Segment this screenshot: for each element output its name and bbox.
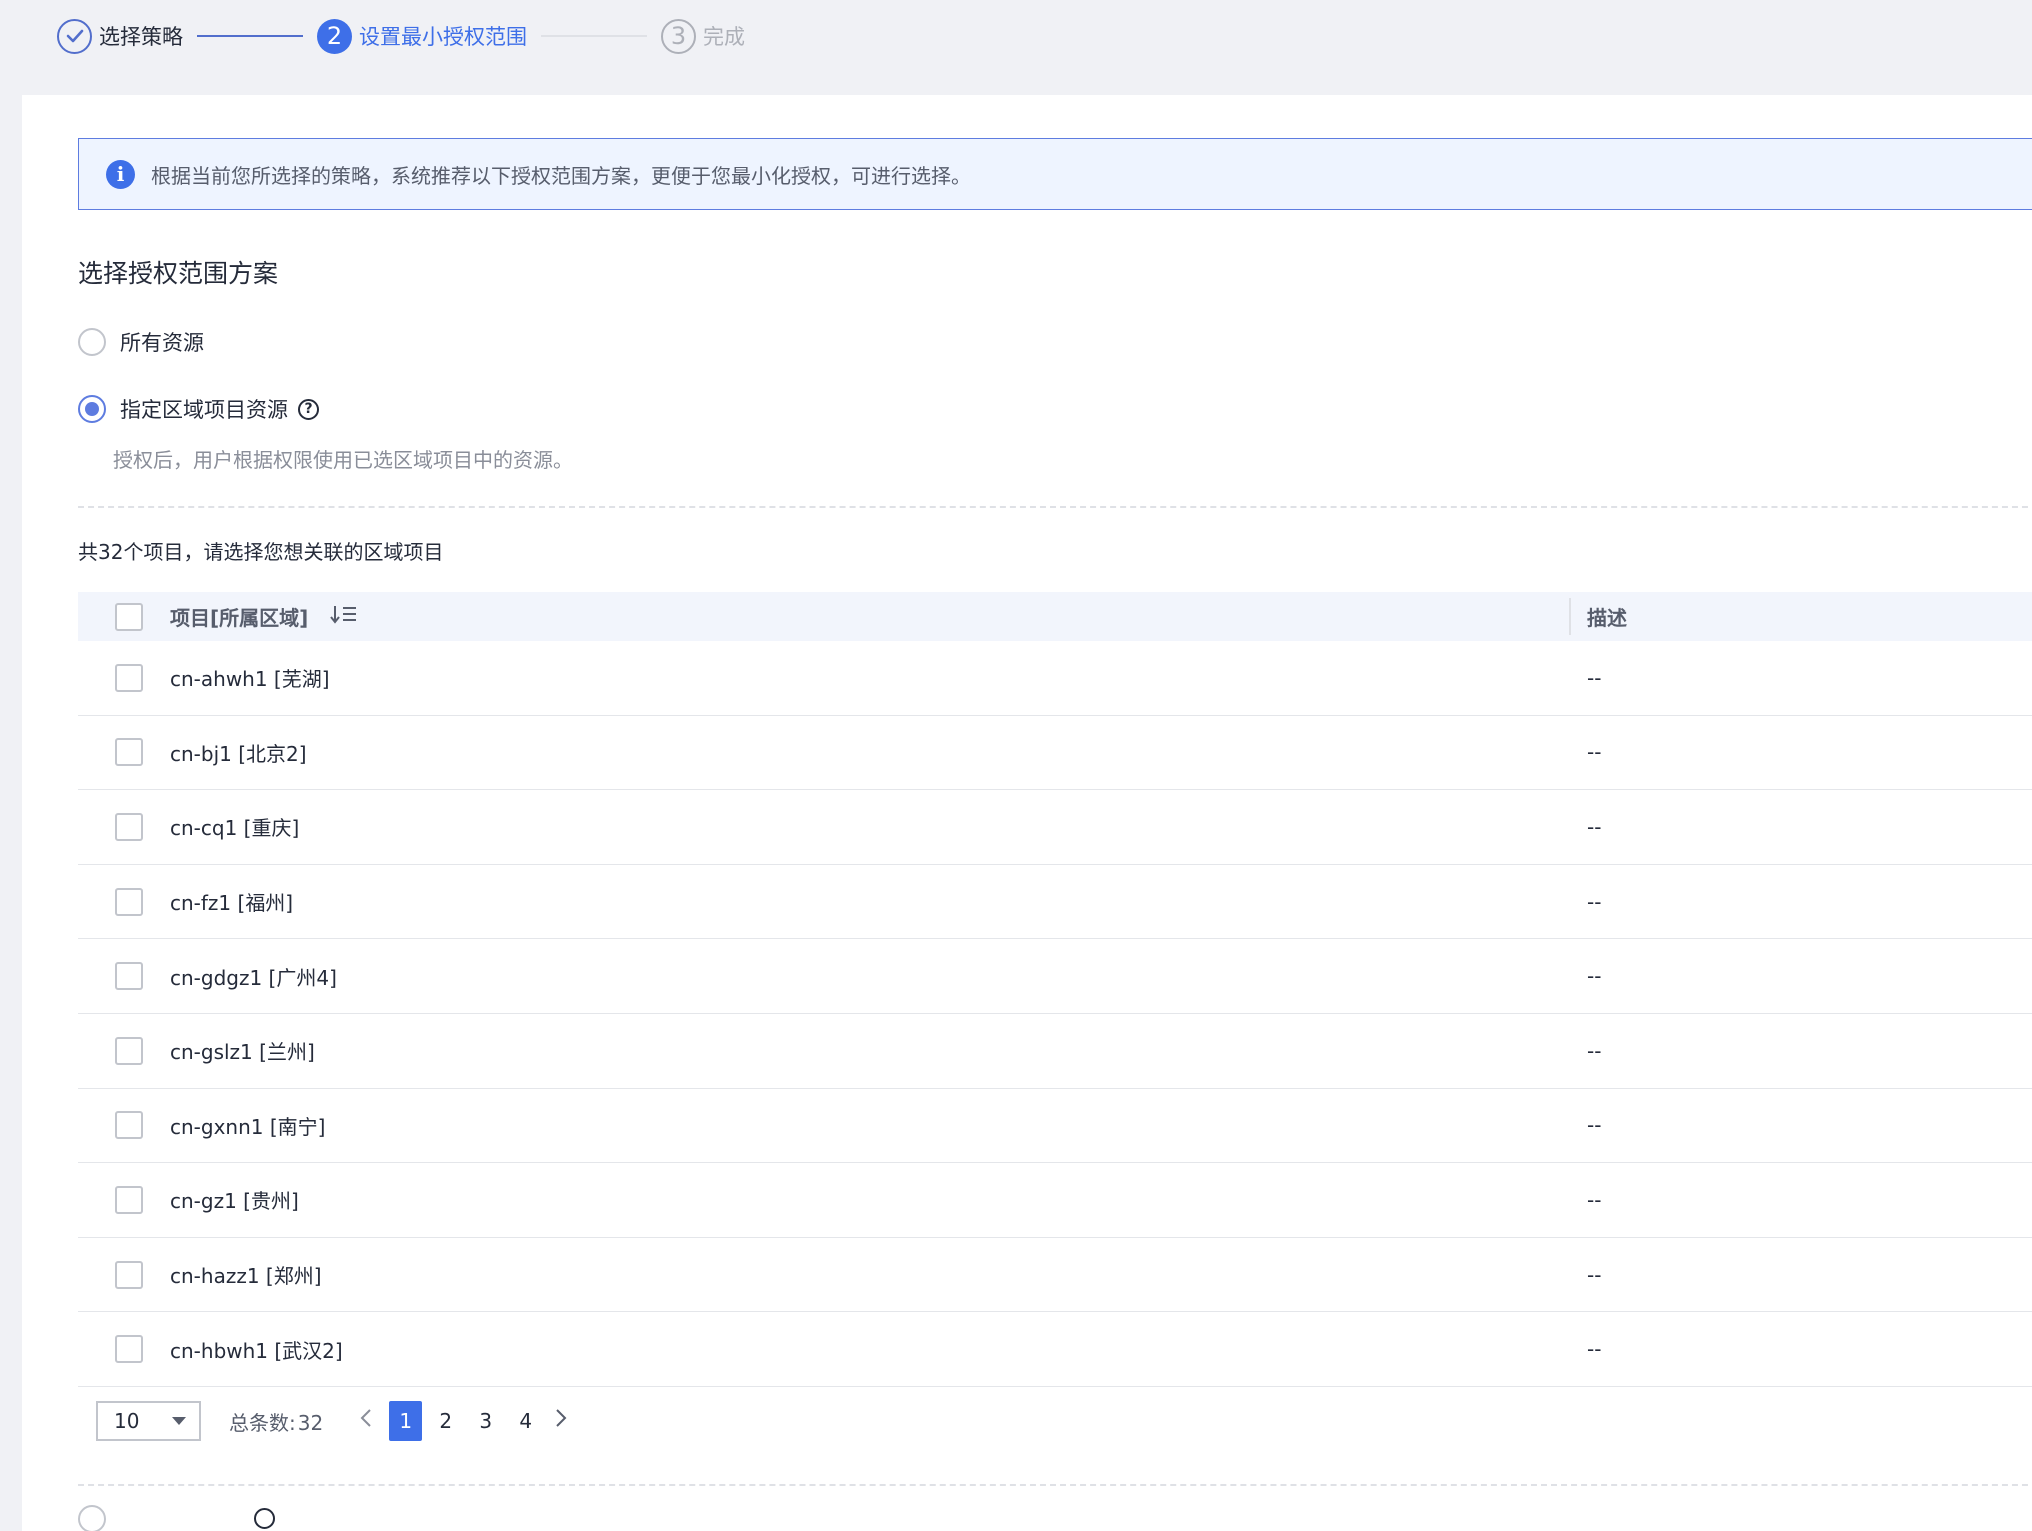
table-row: cn-cq1 [重庆] -- [78,790,2032,865]
step-connector [541,35,647,37]
row-description: -- [1587,1038,1602,1063]
row-description: -- [1587,814,1602,839]
table-header: 项目[所属区域] 描述 [78,592,2032,641]
row-checkbox[interactable] [115,1111,143,1140]
table-row: cn-hbwh1 [武汉2] -- [78,1312,2032,1387]
radio-region-project[interactable] [78,395,106,423]
info-icon: i [106,159,135,189]
row-project: cn-gz1 [贵州] [170,1189,299,1214]
page-size-select[interactable]: 10 [96,1401,201,1441]
row-description: -- [1587,889,1602,914]
step-label: 设置最小授权范围 [359,25,527,49]
row-checkbox[interactable] [115,962,143,991]
help-icon[interactable] [254,1508,275,1529]
radio-partial-hidden[interactable] [78,1505,106,1531]
row-project: cn-gdgz1 [广州4] [170,965,337,990]
total-label: 总条数: [229,1410,296,1435]
step-set-scope: 2 设置最小授权范围 [317,18,527,54]
step-select-policy: 选择策略 [57,18,183,54]
table-body: cn-ahwh1 [芜湖] -- cn-bj1 [北京2] -- cn-cq1 [重… [78,641,2032,1387]
table-row: cn-gz1 [贵州] -- [78,1163,2032,1238]
step-number: 2 [317,18,352,54]
row-checkbox[interactable] [115,663,143,692]
info-banner: i 根据当前您所选择的策略，系统推荐以下授权范围方案，更便于您最小化授权，可进行… [78,138,2032,210]
page-1[interactable]: 1 [389,1401,423,1441]
row-checkbox[interactable] [115,1036,143,1065]
row-project: cn-gxnn1 [南宁] [170,1114,326,1139]
row-description: -- [1587,964,1602,989]
row-checkbox[interactable] [115,1260,143,1289]
chevron-left-icon[interactable] [359,1407,373,1435]
step-number: 3 [661,18,696,54]
caret-down-icon [172,1417,186,1425]
row-checkbox[interactable] [115,738,143,767]
row-description: -- [1587,740,1602,765]
step-label: 完成 [703,25,745,49]
radio-label: 指定区域项目资源 [120,398,288,422]
row-checkbox[interactable] [115,1185,143,1214]
steps-bar: 选择策略 2 设置最小授权范围 3 完成 [57,16,745,56]
step-label: 选择策略 [99,25,183,49]
row-project: cn-hazz1 [郑州] [170,1264,322,1289]
radio-label: 所有资源 [120,331,204,355]
info-text: 根据当前您所选择的策略，系统推荐以下授权范围方案，更便于您最小化授权，可进行选择… [151,163,971,188]
radio-all-resources[interactable] [78,328,106,356]
row-description: -- [1587,1337,1602,1362]
page-size-value: 10 [114,1409,140,1433]
row-description: -- [1587,665,1602,690]
row-description: -- [1587,1113,1602,1138]
row-project: cn-fz1 [福州] [170,891,294,916]
help-icon[interactable]: ? [298,398,319,420]
table-row: cn-ahwh1 [芜湖] -- [78,641,2032,716]
step-connector [197,35,303,37]
table-row: cn-gslz1 [兰州] -- [78,1014,2032,1089]
header-project[interactable]: 项目[所属区域] [170,602,358,631]
row-project: cn-gslz1 [兰州] [170,1040,315,1065]
row-project: cn-cq1 [重庆] [170,816,300,841]
row-description: -- [1587,1187,1602,1212]
option-all-resources[interactable]: 所有资源 [78,327,204,357]
chevron-right-icon[interactable] [554,1407,568,1435]
main-panel: i 根据当前您所选择的策略，系统推荐以下授权范围方案，更便于您最小化授权，可进行… [22,95,2032,1531]
row-project: cn-bj1 [北京2] [170,741,307,766]
row-description: -- [1587,1262,1602,1287]
project-count-text: 共32个项目，请选择您想关联的区域项目 [78,540,444,564]
table-row: cn-fz1 [福州] -- [78,865,2032,940]
total-value: 32 [297,1410,324,1435]
table-row: cn-gxnn1 [南宁] -- [78,1089,2032,1164]
row-project: cn-ahwh1 [芜湖] [170,667,330,692]
check-icon [57,18,92,54]
project-table: 项目[所属区域] 描述 cn-ahwh1 [芜湖] -- cn-bj1 [北京2]… [78,592,2032,1387]
header-description: 描述 [1587,606,1627,630]
page-2[interactable]: 2 [429,1401,462,1441]
sort-icon[interactable] [330,603,358,630]
page-4[interactable]: 4 [509,1401,542,1441]
total-count: 总条数: 32 [229,1407,323,1436]
step-finish: 3 完成 [661,18,745,54]
section-title: 选择授权范围方案 [78,259,279,288]
select-all-checkbox[interactable] [115,602,143,631]
divider [78,506,2032,508]
table-row: cn-bj1 [北京2] -- [78,716,2032,791]
header-project-label: 项目[所属区域] [170,606,309,630]
row-checkbox[interactable] [115,887,143,916]
page-3[interactable]: 3 [469,1401,502,1441]
row-checkbox[interactable] [115,1335,143,1364]
option-description: 授权后，用户根据权限使用已选区域项目中的资源。 [113,448,573,472]
row-project: cn-hbwh1 [武汉2] [170,1338,343,1363]
option-region-project[interactable]: 指定区域项目资源 ? [78,394,319,424]
table-row: cn-gdgz1 [广州4] -- [78,939,2032,1014]
column-separator [1569,598,1571,635]
divider [78,1484,2032,1486]
row-checkbox[interactable] [115,812,143,841]
table-row: cn-hazz1 [郑州] -- [78,1238,2032,1313]
pagination: 10 总条数: 32 1 2 3 4 [96,1401,568,1441]
